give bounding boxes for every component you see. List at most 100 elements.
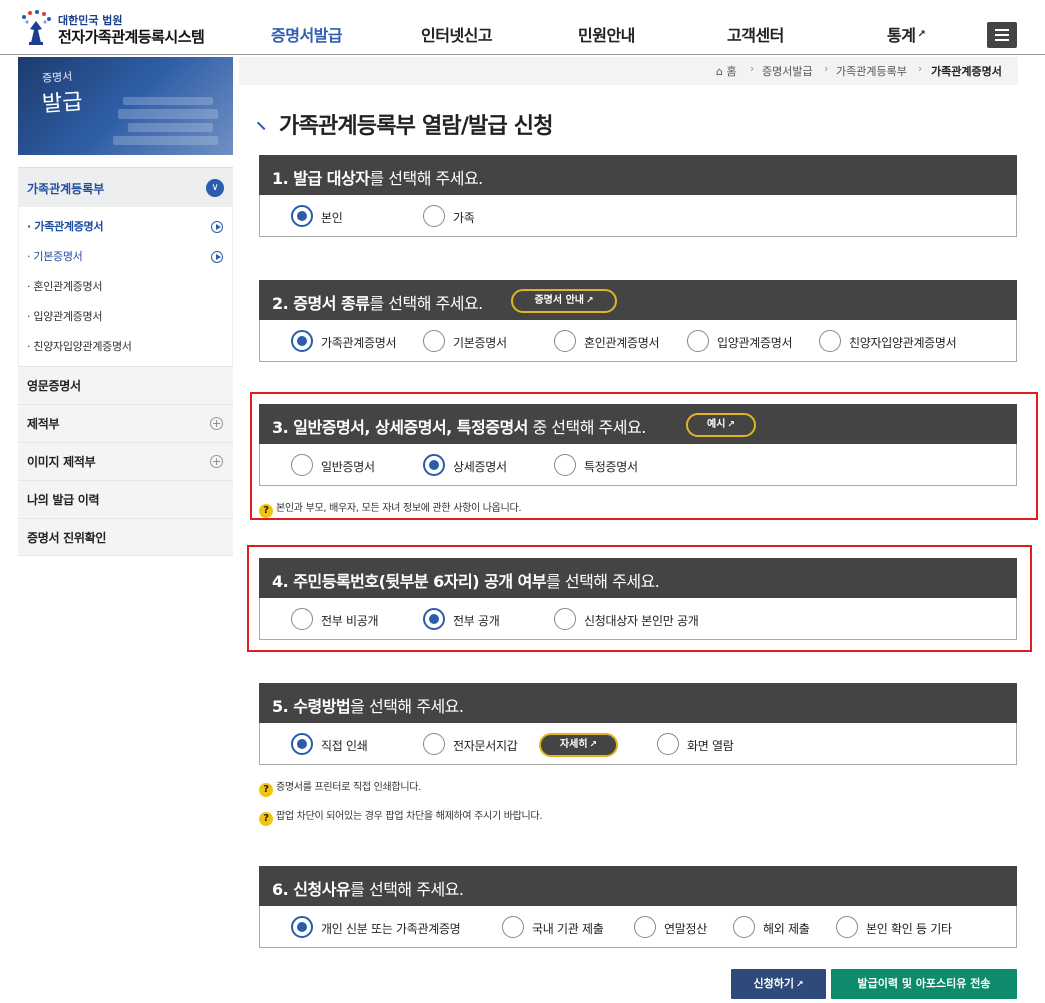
sidebar-item-label: · 친양자입양관계증명서 [27,340,132,353]
site-logo[interactable]: 대한민국 법원 전자가족관계등록시스템 [18,9,218,49]
section-3-options: 일반증명서 상세증명서 특정증명서 [259,444,1017,486]
hamburger-menu-button[interactable] [987,22,1017,48]
example-button[interactable]: 예시 ↗ [686,413,756,437]
section-4-options: 전부 비공개 전부 공개 신청대상자 본인만 공개 [259,598,1017,640]
radio-circle-icon [291,916,313,938]
sidebar-item-basic-cert[interactable]: · 기본증명서 [19,242,232,272]
radio-circle-icon [423,454,445,476]
nav-civil-guide[interactable]: 민원안내 [578,22,635,46]
plus-circle-icon: + [210,455,223,468]
section-number: 4. [272,572,294,591]
sidebar-item-image-removed-registry[interactable]: 이미지 제적부 + [18,442,233,480]
external-link-icon: ↗ [585,296,594,306]
nav-statistics[interactable]: 통계 ↗ [887,22,926,46]
radio-label: 국내 기관 제출 [532,922,604,936]
section-number: 1. [272,169,294,188]
radio-circle-icon [423,608,445,630]
button-label: 신청하기 [753,977,794,990]
sidebar-item-removed-registry[interactable]: 제적부 + [18,404,233,442]
hamburger-icon [995,29,1009,31]
section-5-header: 5. 수령방법을 선택해 주세요. [259,683,1017,723]
logo-title: 전자가족관계등록시스템 [58,28,205,46]
radio-label: 일반증명서 [321,460,375,474]
radio-circle-icon [291,454,313,476]
sidebar-item-family-relation-cert[interactable]: · 가족관계증명서 [19,212,232,242]
radio-label: 본인 [321,211,343,225]
radio-label: 직접 인쇄 [321,739,368,753]
sidebar-item-label: 나의 발급 이력 [27,493,100,507]
sidebar-banner: 증명서 발급 [18,57,233,155]
certificate-guide-button[interactable]: 증명서 안내 ↗ [511,289,617,313]
chevron-down-icon: ∨ [206,179,224,197]
section-5-help-print: ? 증명서를 프린터로 직접 인쇄합니다. [259,778,422,797]
radio-label: 전자문서지갑 [453,739,518,753]
radio-circle-icon [291,733,313,755]
section-number: 3. [272,418,294,437]
section-5-help-popup: ? 팝업 차단이 되어있는 경우 팝업 차단을 해제하여 주시기 바랍니다. [259,807,543,826]
radio-circle-icon [423,205,445,227]
radio-circle-icon [687,330,709,352]
radio-circle-icon [634,916,656,938]
sidebar-item-adoption-cert[interactable]: · 입양관계증명서 [19,302,232,332]
details-button[interactable]: 자세히 ↗ [539,733,618,757]
sidebar-item-label: 증명서 진위확인 [27,531,107,545]
section-2-header: 2. 증명서 종류를 선택해 주세요. 증명서 안내 ↗ [259,280,1017,320]
play-arrow-icon [211,251,223,263]
sidebar-item-label: · 가족관계증명서 [27,220,104,233]
section-text: 를 선택해 주세요. [369,169,483,188]
sidebar-item-marriage-cert[interactable]: · 혼인관계증명서 [19,272,232,302]
nav-customer-center[interactable]: 고객센터 [727,22,784,46]
button-label: 증명서 안내 [534,295,584,306]
banner-small-text: 증명서 [41,69,73,86]
breadcrumb-home[interactable]: ⌂ 홈 [716,63,737,79]
radio-label: 기본증명서 [453,336,507,350]
sidebar-item-my-issue-history[interactable]: 나의 발급 이력 [18,480,233,518]
radio-label: 친양자입양관계증명서 [849,336,957,350]
section-3-header: 3. 일반증명서, 상세증명서, 특정증명서 중 선택해 주세요. 예시 ↗ [259,404,1017,444]
radio-label: 개인 신분 또는 가족관계증명 [321,922,461,936]
sidebar-item-cert-verification[interactable]: 증명서 진위확인 [18,518,233,556]
radio-label: 연말정산 [664,922,707,936]
radio-circle-icon [423,733,445,755]
section-6-options: 개인 신분 또는 가족관계증명 국내 기관 제출 연말정산 해외 제출 본인 확… [259,906,1017,948]
section-1-title: 1. 발급 대상자를 선택해 주세요. [272,165,483,189]
sidebar-submenu: · 가족관계증명서 · 기본증명서 · 혼인관계증명서 · 입양관계증명서 · … [18,207,233,366]
nav-internet-report[interactable]: 인터넷신고 [421,22,493,46]
breadcrumb-separator-icon: › [918,62,923,75]
page-title: 가족관계등록부 열람/발급 신청 [279,114,553,139]
section-1-header: 1. 발급 대상자를 선택해 주세요. [259,155,1017,195]
section-keyword: 수령방법 [293,697,351,716]
section-5-options: 직접 인쇄 전자문서지갑 자세히 ↗ 화면 열람 [259,723,1017,765]
breadcrumb-item[interactable]: 가족관계등록부 [836,63,907,79]
section-text: 를 선택해 주세요. [369,294,483,313]
sidebar-item-english-cert[interactable]: 영문증명서 [18,366,233,404]
radio-circle-icon [733,916,755,938]
section-number: 5. [272,697,294,716]
section-text: 중 선택해 주세요. [527,418,646,437]
radio-circle-icon [502,916,524,938]
section-5-title: 5. 수령방법을 선택해 주세요. [272,693,464,717]
help-question-icon: ? [259,812,273,826]
radio-circle-icon [554,330,576,352]
breadcrumb-separator-icon: › [750,62,755,75]
section-text: 을 선택해 주세요. [350,697,464,716]
sidebar-item-full-adoption-cert[interactable]: · 친양자입양관계증명서 [19,332,232,362]
issue-history-apostille-button[interactable]: 발급이력 및 아포스티유 전송 [831,969,1017,999]
sidebar-item-label: · 혼인관계증명서 [27,280,103,293]
nav-certificate-issue[interactable]: 증명서발급 [271,22,343,46]
apply-button[interactable]: 신청하기 ↗ [731,969,826,999]
help-text: 증명서를 프린터로 직접 인쇄합니다. [276,782,422,793]
radio-circle-icon [819,330,841,352]
breadcrumb: ⌂ 홈 › 증명서발급 › 가족관계등록부 › 가족관계증명서 [239,57,1018,85]
section-2-options: 가족관계증명서 기본증명서 혼인관계증명서 입양관계증명서 친양자입양관계증명서 [259,320,1017,362]
section-1-options: 본인 가족 [259,195,1017,237]
sidebar-group-family-registry[interactable]: 가족관계등록부 ∨ [18,167,233,207]
section-text: 를 선택해 주세요. [546,572,660,591]
breadcrumb-item[interactable]: 증명서발급 [762,63,813,79]
hamburger-icon-bar [995,39,1009,41]
plus-circle-icon: + [210,417,223,430]
radio-label: 전부 비공개 [321,614,379,628]
court-emblem-icon [22,10,51,45]
section-2-title: 2. 증명서 종류를 선택해 주세요. [272,290,483,314]
hamburger-icon-bar [995,34,1009,36]
